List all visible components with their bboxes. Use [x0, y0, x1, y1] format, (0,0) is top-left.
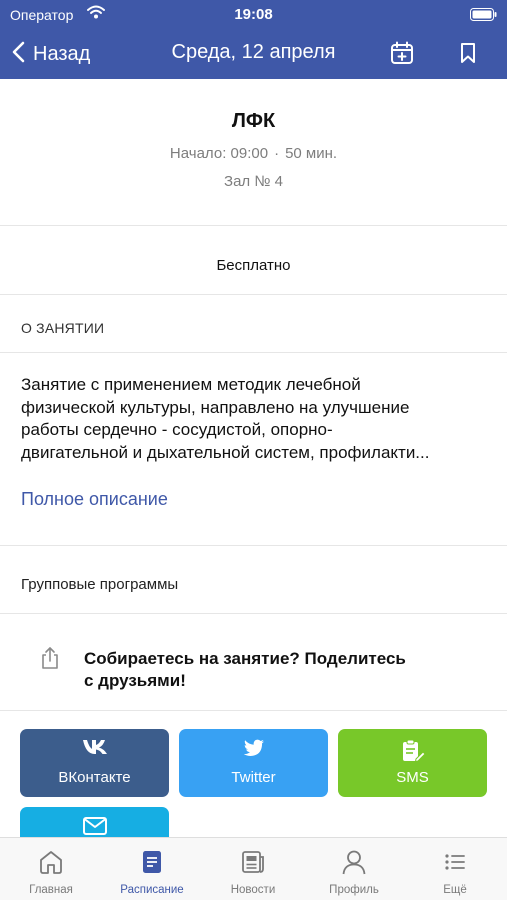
share-prompt: Собираетесь на занятие? Поделитесь с дру…: [84, 648, 464, 692]
about-section-header: О ЗАНЯТИИ: [21, 320, 105, 336]
sms-icon: [338, 739, 487, 763]
divider: [0, 613, 507, 614]
tab-profile-label: Профиль: [329, 884, 379, 896]
schedule-icon: [101, 849, 203, 875]
divider: [0, 710, 507, 711]
bookmark-icon: [459, 42, 477, 69]
event-price: Бесплатно: [216, 257, 291, 274]
tab-bar: Главная Расписание Новости Профиль Ещё: [0, 837, 507, 900]
share-icon: [40, 646, 60, 675]
navigation-bar: Назад Среда, 12 апреля: [0, 30, 507, 79]
tab-more[interactable]: Ещё: [404, 846, 506, 898]
divider: [0, 352, 507, 353]
description-line: работы сердечно - сосудистой, опорно-: [21, 420, 333, 439]
meta-separator: ·: [274, 145, 280, 162]
tab-main[interactable]: Главная: [0, 846, 102, 898]
tab-news-label: Новости: [230, 884, 276, 896]
divider: [0, 225, 507, 226]
tab-schedule[interactable]: Расписание: [101, 846, 203, 898]
tab-news[interactable]: Новости: [202, 846, 304, 898]
news-icon: [202, 849, 304, 875]
description-line: Занятие с применением методик лечебной: [21, 375, 361, 394]
divider: [0, 545, 507, 546]
event-title: ЛФК: [231, 110, 276, 132]
share-sms-label: SMS: [396, 769, 429, 786]
share-vk-label: ВКонтакте: [58, 769, 131, 786]
tab-profile[interactable]: Профиль: [303, 846, 405, 898]
share-prompt-line: с друзьями!: [84, 671, 186, 690]
description-line: физической культуры, направлено на улучш…: [21, 397, 410, 417]
status-bar: Оператор 19:08: [0, 0, 507, 30]
tab-schedule-label: Расписание: [120, 884, 184, 896]
back-button[interactable]: Назад: [12, 39, 90, 69]
status-time: 19:08: [234, 6, 273, 23]
divider: [0, 294, 507, 295]
full-description-link[interactable]: Полное описание: [21, 489, 168, 510]
battery-icon: [470, 8, 497, 26]
tab-more-label: Ещё: [443, 884, 467, 896]
event-time: Начало: 09:00 · 50 мин.: [0, 145, 507, 162]
email-icon: [20, 817, 169, 835]
home-icon: [0, 849, 102, 875]
tab-main-label: Главная: [29, 884, 73, 896]
share-twitter-button[interactable]: Twitter: [179, 729, 328, 797]
event-description: Занятие с применением методик лечебной ф…: [21, 374, 491, 464]
share-twitter-label: Twitter: [231, 769, 276, 786]
calendar-plus-icon: [390, 41, 414, 70]
event-duration: 50 мин.: [285, 145, 338, 162]
vk-icon: [20, 739, 169, 755]
category-label[interactable]: Групповые программы: [21, 576, 178, 593]
chevron-left-icon: [12, 41, 25, 68]
profile-icon: [303, 849, 405, 875]
twitter-icon: [179, 739, 328, 757]
description-line: двигательной и дыхательной систем, профи…: [21, 442, 430, 462]
back-button-label: Назад: [33, 42, 91, 65]
more-icon: [404, 849, 506, 875]
event-start: Начало: 09:00: [169, 145, 269, 162]
share-prompt-line: Собираетесь на занятие? Поделитесь: [84, 649, 406, 668]
page-title: Среда, 12 апреля: [171, 41, 336, 63]
event-room: Зал № 4: [224, 173, 283, 190]
bookmark-button[interactable]: [453, 40, 483, 70]
share-vk-button[interactable]: ВКонтакте: [20, 729, 169, 797]
share-sms-button[interactable]: SMS: [338, 729, 487, 797]
add-to-calendar-button[interactable]: [387, 40, 417, 70]
